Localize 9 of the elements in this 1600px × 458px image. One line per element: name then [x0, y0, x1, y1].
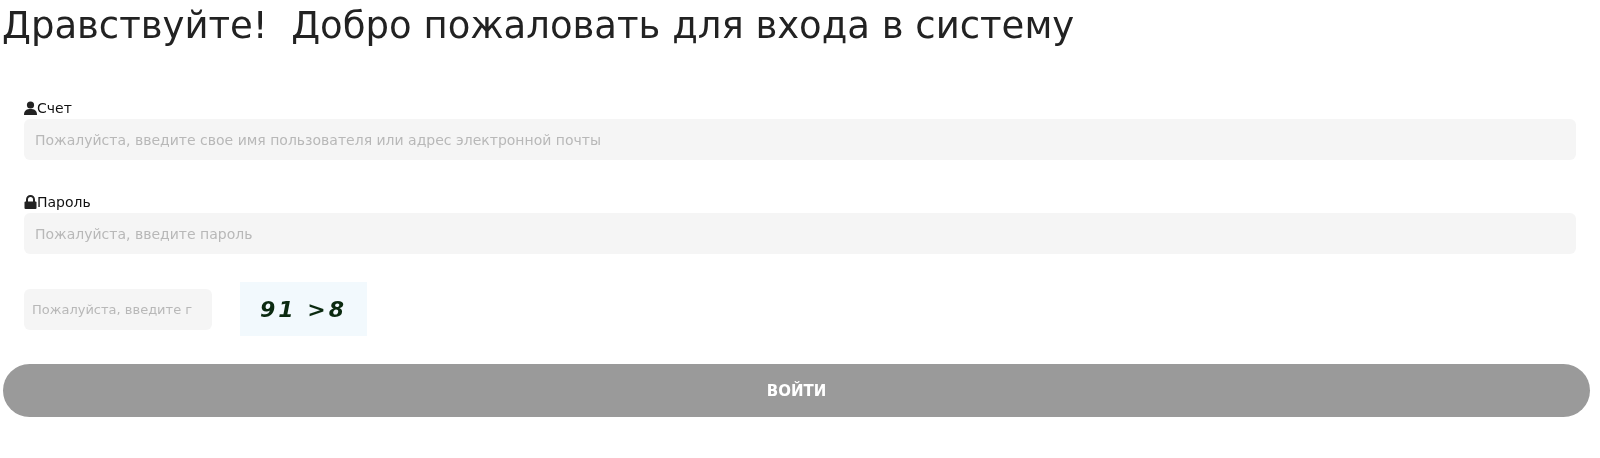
captcha-image[interactable]: 91 >8	[240, 282, 367, 336]
field-label: Счет	[37, 100, 72, 116]
user-icon	[24, 101, 37, 115]
input-field[interactable]: Пожалуйста, введите пароль	[24, 213, 1576, 254]
page-title: Дравствуйте! Добро пожаловать для входа в систему	[2, 3, 1076, 49]
input-field[interactable]: Пожалуйста, введите свое имя пользователя или адрес электронной почты	[24, 119, 1576, 160]
lock-icon	[24, 195, 37, 209]
captcha-field[interactable]: Пожалуйста, введите г	[24, 288, 212, 330]
field-label: Пароль	[37, 194, 91, 210]
